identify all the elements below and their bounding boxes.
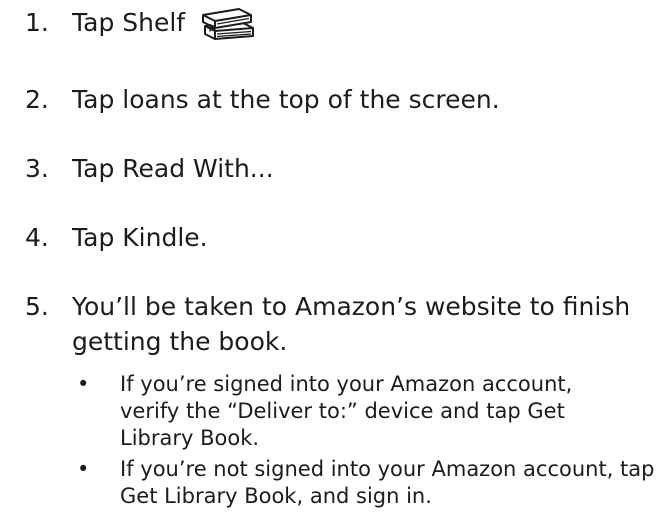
step-text: You’ll be taken to Amazon’s website to f… — [72, 292, 631, 356]
shelf-books-icon — [202, 8, 255, 40]
step-number: 5. — [25, 292, 49, 321]
step-text: Tap Shelf — [72, 8, 186, 37]
step-number: 1. — [25, 8, 49, 37]
step-number: 2. — [25, 85, 49, 114]
step-number: 3. — [25, 154, 49, 183]
sub-item-text: If you’re signed into your Amazon accoun… — [120, 372, 573, 450]
sub-item-text: If you’re not signed into your Amazon ac… — [120, 457, 655, 508]
step-text: Tap Kindle. — [72, 223, 208, 252]
step-text: Tap loans at the top of the screen. — [72, 85, 500, 114]
step-text: Tap Read With... — [72, 154, 274, 183]
step-number: 4. — [25, 223, 49, 252]
bullet: • — [77, 457, 90, 481]
bullet: • — [77, 372, 90, 396]
